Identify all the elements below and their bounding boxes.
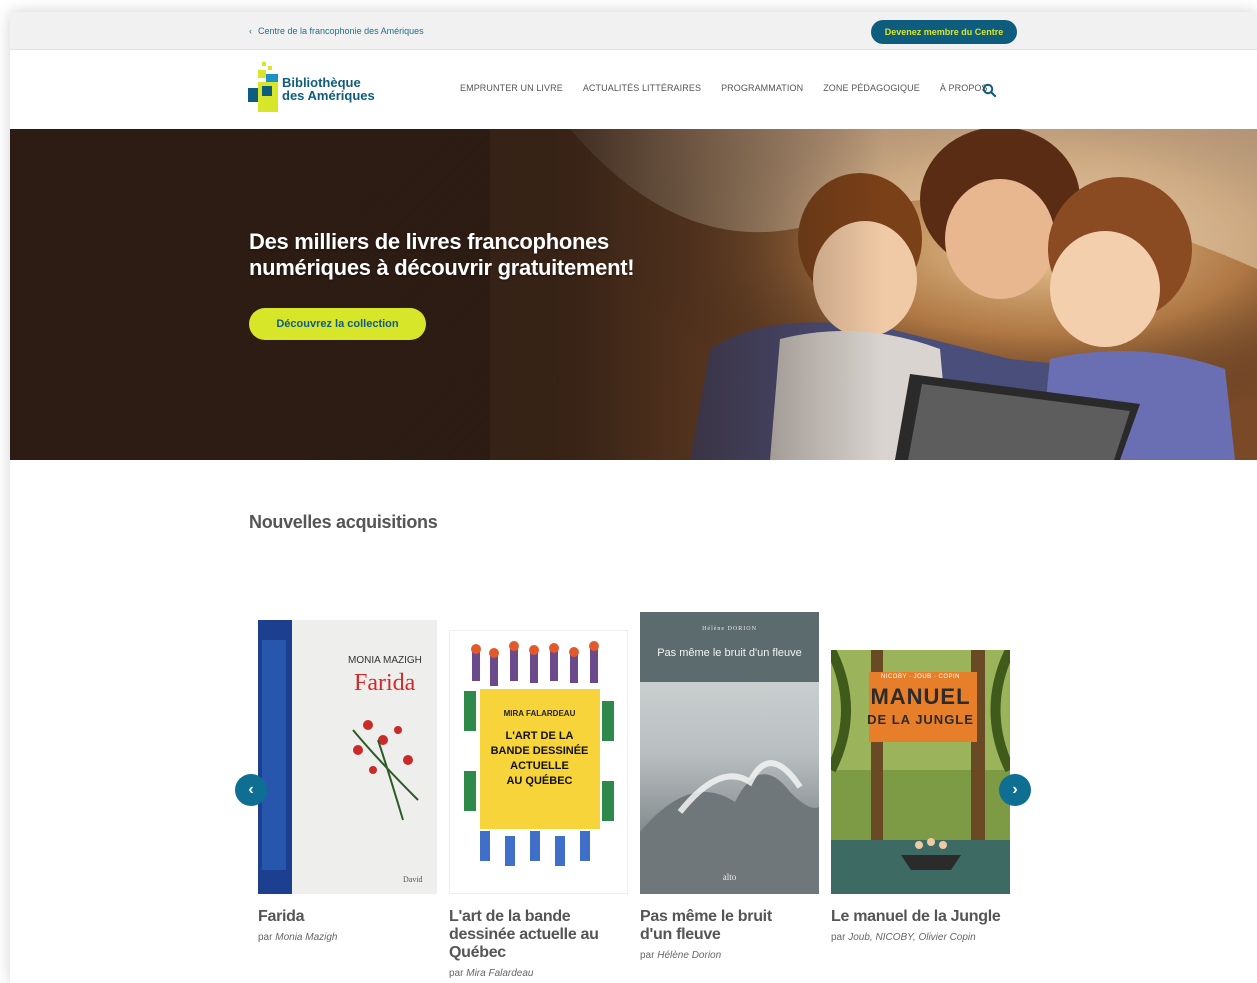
new-acquisitions-carousel: MONIA MAZIGH Farida David Farida par Mon… <box>235 602 1035 983</box>
by-label: par <box>258 932 273 943</box>
by-label: par <box>449 968 464 979</box>
author-name[interactable]: Monia Mazigh <box>275 932 337 943</box>
book-card[interactable]: NICOBY · JOUB · COPIN MANUEL DE LA JUNGL… <box>831 602 1010 943</box>
hero-title-line-2: numériques à découvrir gratuitement! <box>249 255 635 280</box>
book-cover[interactable]: MONIA MAZIGH Farida David <box>258 620 437 894</box>
carousel-prev-button[interactable]: ‹ <box>235 774 267 806</box>
book-cover[interactable]: NICOBY · JOUB · COPIN MANUEL DE LA JUNGL… <box>831 650 1010 894</box>
cover-author: Hélène DORION <box>702 626 757 632</box>
book-title-line: L'art de la bande <box>449 908 571 925</box>
back-link[interactable]: ‹ Centre de la francophonie des Amérique… <box>249 26 424 36</box>
hero-image <box>10 129 1257 460</box>
cover-publisher: alto <box>722 872 737 882</box>
chevron-left-icon: ‹ <box>248 781 254 798</box>
nav-item-actualites[interactable]: ACTUALITÉS LITTÉRAIRES <box>573 83 711 93</box>
cover-title: Farida <box>354 670 416 696</box>
book-title-line: Pas même le bruit <box>640 908 772 925</box>
nav-item-emprunter[interactable]: EMPRUNTER UN LIVRE <box>450 83 573 93</box>
section-title: Nouvelles acquisitions <box>249 512 438 532</box>
book-title[interactable]: Le manuel de la Jungle <box>831 908 1010 926</box>
book-cover[interactable]: Hélène DORION Pas même le bruit d'un fle… <box>640 612 819 894</box>
main-nav: EMPRUNTER UN LIVRE ACTUALITÉS LITTÉRAIRE… <box>450 83 998 93</box>
book-title[interactable]: Pas même le bruit d'un fleuve <box>640 908 819 944</box>
cover-subtitle: DE LA JUNGLE <box>867 712 974 727</box>
by-label: par <box>640 950 655 961</box>
by-label: par <box>831 932 846 943</box>
author-name[interactable]: Joub, NICOBY, Olivier Copin <box>848 932 975 943</box>
site-logo[interactable]: Bibliothèque des Amériques <box>248 60 388 116</box>
cover-publisher: David <box>403 875 423 884</box>
utility-bar: ‹ Centre de la francophonie des Amérique… <box>10 12 1257 50</box>
book-title[interactable]: Farida <box>258 908 437 926</box>
book-author: par Hélène Dorion <box>640 950 819 961</box>
logo-line-2: des Amériques <box>282 88 375 103</box>
hero-banner: Des milliers de livres francophones numé… <box>10 129 1257 460</box>
book-card[interactable]: MONIA MAZIGH Farida David Farida par Mon… <box>258 602 437 943</box>
cover-title: L'ART DE LA BANDE DESSINÉE ACTUELLE AU Q… <box>450 729 627 789</box>
book-title-line: dessinée actuelle au <box>449 926 599 943</box>
cover-title: Pas même le bruit d'un fleuve <box>657 647 802 659</box>
author-name[interactable]: Mira Falardeau <box>466 968 533 979</box>
author-name[interactable]: Hélène Dorion <box>657 950 721 961</box>
carousel-next-button[interactable]: › <box>999 774 1031 806</box>
book-author: par Monia Mazigh <box>258 932 437 943</box>
book-card[interactable]: MIRA FALARDEAU L'ART DE LA BANDE DESSINÉ… <box>449 602 628 979</box>
become-member-button[interactable]: Devenez membre du Centre <box>871 20 1017 44</box>
book-title-line: d'un fleuve <box>640 926 721 943</box>
logo-mark-icon <box>248 62 278 112</box>
cover-title: MANUEL <box>870 684 971 709</box>
cover-title-line: ACTUELLE <box>510 760 569 772</box>
nav-item-zone-pedagogique[interactable]: ZONE PÉDAGOGIQUE <box>813 83 930 93</box>
browser-page: ‹ Centre de la francophonie des Amérique… <box>10 12 1257 983</box>
book-cover[interactable]: MIRA FALARDEAU L'ART DE LA BANDE DESSINÉ… <box>449 630 628 894</box>
cover-author: MIRA FALARDEAU <box>503 709 576 718</box>
chevron-right-icon: › <box>1012 781 1018 798</box>
back-link-label: Centre de la francophonie des Amériques <box>258 26 424 36</box>
discover-collection-button[interactable]: Découvrez la collection <box>249 308 426 340</box>
book-title-line: Québec <box>449 944 506 961</box>
hero-title-line-1: Des milliers de livres francophones <box>249 229 609 254</box>
hero-title: Des milliers de livres francophones numé… <box>249 229 635 281</box>
cover-title-line: AU QUÉBEC <box>506 775 573 787</box>
cover-title-line: L'ART DE LA <box>505 730 574 742</box>
book-author: par Mira Falardeau <box>449 968 628 979</box>
cover-authors: NICOBY · JOUB · COPIN <box>880 674 961 680</box>
chevron-left-icon: ‹ <box>249 26 252 36</box>
cover-author: MONIA MAZIGH <box>348 655 422 666</box>
book-card[interactable]: Hélène DORION Pas même le bruit d'un fle… <box>640 602 819 961</box>
cover-title-line: BANDE DESSINÉE <box>490 745 589 757</box>
book-author: par Joub, NICOBY, Olivier Copin <box>831 932 1010 943</box>
search-icon[interactable] <box>982 83 996 97</box>
site-header: Bibliothèque des Amériques EMPRUNTER UN … <box>10 50 1257 129</box>
nav-item-programmation[interactable]: PROGRAMMATION <box>711 83 813 93</box>
book-title[interactable]: L'art de la bande dessinée actuelle au Q… <box>449 908 628 962</box>
